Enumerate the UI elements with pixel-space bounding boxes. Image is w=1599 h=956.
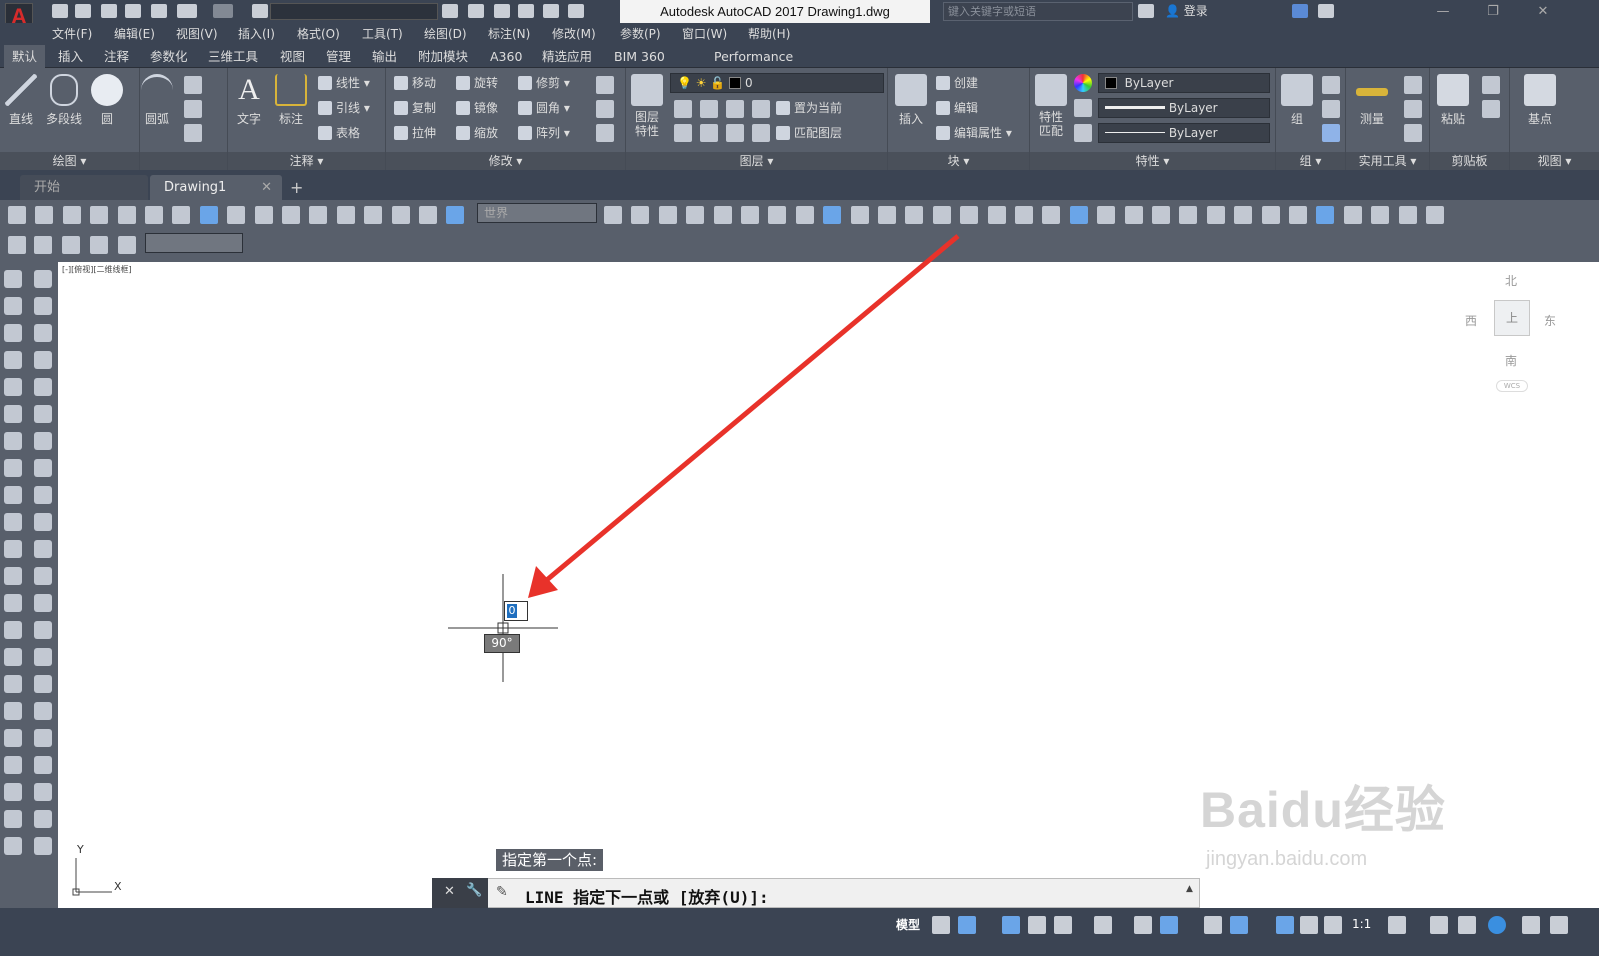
close-command-icon[interactable]: ✕: [444, 884, 455, 899]
infer-icon[interactable]: [1002, 916, 1020, 934]
isodraft-icon[interactable]: [1094, 916, 1112, 934]
watermark: Baidu经验 jingyan.baidu.com: [1200, 770, 1500, 900]
lineweight-status-icon[interactable]: [1204, 916, 1222, 934]
watermark-main: Baidu经验: [1200, 782, 1446, 838]
units-icon[interactable]: [1458, 916, 1476, 934]
watermark-sub: jingyan.baidu.com: [1206, 848, 1368, 870]
command-pen-icon: ✎: [496, 884, 508, 900]
model-space-button[interactable]: 模型: [896, 916, 920, 933]
snap-icon[interactable]: [958, 916, 976, 934]
angle-tooltip: 90°: [484, 634, 520, 653]
scale-dropdown[interactable]: 1:1: [1352, 917, 1371, 931]
annotation-monitor-icon[interactable]: [1430, 916, 1448, 934]
ucs-y-label: Y: [77, 843, 84, 856]
command-history: 指定第一个点:: [496, 849, 604, 871]
transparency-icon[interactable]: [1230, 916, 1248, 934]
status-bar: 模型 1:1: [0, 908, 1599, 956]
dynamic-input-value: 0: [507, 604, 517, 618]
annotation-arrow-head: [528, 566, 558, 598]
ortho-icon[interactable]: [1028, 916, 1046, 934]
osnap-icon[interactable]: [1160, 916, 1178, 934]
ucs-x-label: X: [114, 880, 122, 893]
osnap-tracking-icon[interactable]: [1134, 916, 1152, 934]
workspace-switch-icon[interactable]: [1388, 916, 1406, 934]
command-input[interactable]: LINE 指定下一点或 [放弃(U)]:: [525, 884, 769, 908]
hardware-acceleration-icon[interactable]: [1488, 916, 1506, 934]
auto-scale-icon[interactable]: [1300, 916, 1318, 934]
customize-wrench-icon[interactable]: 🔧: [466, 883, 482, 898]
dynamic-input-field[interactable]: 0: [504, 601, 528, 621]
polar-icon[interactable]: [1054, 916, 1072, 934]
annotation-visibility-icon[interactable]: [1276, 916, 1294, 934]
annotation-scale-icon[interactable]: [1324, 916, 1342, 934]
grid-icon[interactable]: [932, 916, 950, 934]
customization-menu-icon[interactable]: [1550, 916, 1568, 934]
command-history-up-icon[interactable]: ▲: [1186, 884, 1193, 894]
command-line-controls: ✕ 🔧: [432, 878, 488, 908]
annotation-arrow-shaft: [540, 234, 960, 586]
clean-screen-icon[interactable]: [1522, 916, 1540, 934]
